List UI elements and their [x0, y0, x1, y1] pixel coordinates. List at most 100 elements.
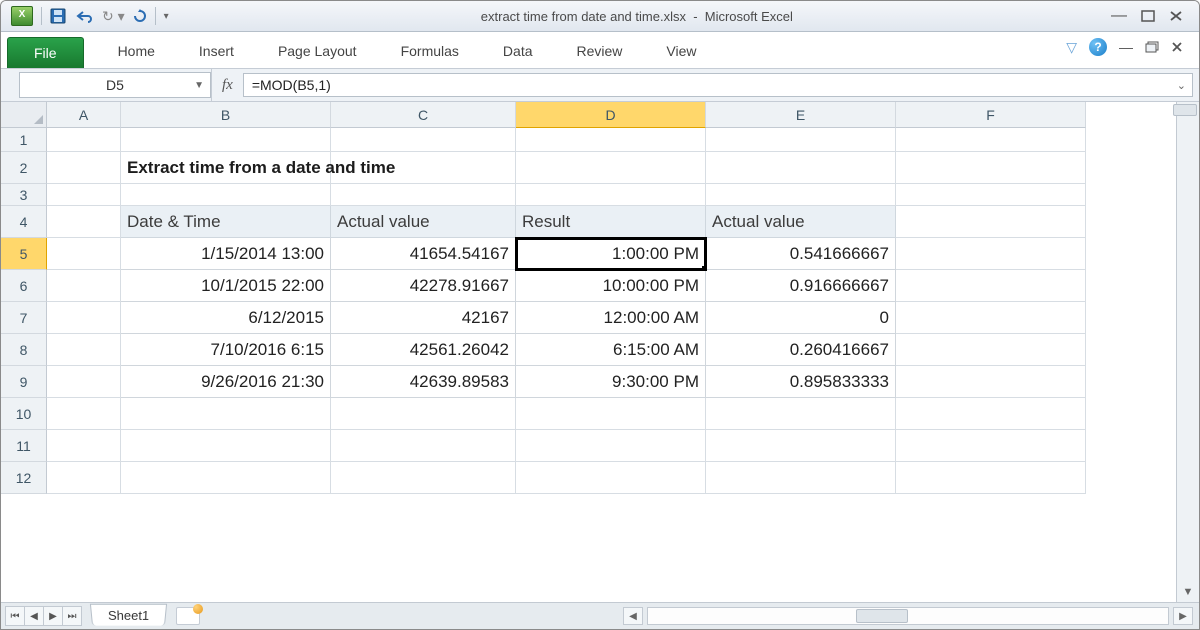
- cell[interactable]: 6/12/2015: [121, 302, 331, 334]
- row-header-8[interactable]: 8: [1, 334, 47, 366]
- tab-home[interactable]: Home: [96, 35, 177, 68]
- qat-customize-icon[interactable]: ▾: [164, 11, 169, 22]
- cell[interactable]: [896, 128, 1086, 152]
- sheet-tab[interactable]: Sheet1: [90, 604, 167, 626]
- cell[interactable]: [896, 238, 1086, 270]
- cell[interactable]: [896, 462, 1086, 494]
- workbook-close-icon[interactable]: [1171, 41, 1183, 53]
- scroll-track[interactable]: [1180, 122, 1196, 582]
- sheet-nav-first-icon[interactable]: ⏮: [5, 606, 25, 626]
- row-header-2[interactable]: 2: [1, 152, 47, 184]
- tab-insert[interactable]: Insert: [177, 35, 256, 68]
- col-header-D[interactable]: D: [516, 102, 706, 128]
- fx-icon[interactable]: fx: [222, 77, 233, 94]
- row-header-6[interactable]: 6: [1, 270, 47, 302]
- title-cell[interactable]: Extract time from a date and time: [121, 152, 331, 184]
- cell[interactable]: 9:30:00 PM: [516, 366, 706, 398]
- cell[interactable]: 0.541666667: [706, 238, 896, 270]
- split-box[interactable]: [1173, 104, 1197, 116]
- cell[interactable]: [47, 238, 121, 270]
- cell[interactable]: [47, 334, 121, 366]
- maximize-icon[interactable]: [1141, 7, 1155, 25]
- row-header-5[interactable]: 5: [1, 238, 47, 270]
- selected-cell[interactable]: 1:00:00 PM: [516, 238, 706, 270]
- new-sheet-button[interactable]: [176, 607, 200, 625]
- cell[interactable]: 1/15/2014 13:00: [121, 238, 331, 270]
- cell[interactable]: [121, 184, 331, 206]
- cell[interactable]: 10:00:00 PM: [516, 270, 706, 302]
- col-header-E[interactable]: E: [706, 102, 896, 128]
- hscroll-track[interactable]: [647, 607, 1169, 625]
- cell[interactable]: [706, 462, 896, 494]
- help-icon[interactable]: ?: [1089, 38, 1107, 56]
- table-header[interactable]: Result: [516, 206, 706, 238]
- cell[interactable]: [516, 184, 706, 206]
- cell[interactable]: [47, 430, 121, 462]
- cell[interactable]: 10/1/2015 22:00: [121, 270, 331, 302]
- cell[interactable]: [331, 430, 516, 462]
- cell[interactable]: [47, 366, 121, 398]
- cell[interactable]: [896, 430, 1086, 462]
- table-header[interactable]: Date & Time: [121, 206, 331, 238]
- cell[interactable]: [47, 270, 121, 302]
- cell[interactable]: [516, 152, 706, 184]
- cell[interactable]: [331, 184, 516, 206]
- cell[interactable]: 41654.54167: [331, 238, 516, 270]
- row-header-9[interactable]: 9: [1, 366, 47, 398]
- cell[interactable]: [896, 184, 1086, 206]
- workbook-restore-icon[interactable]: [1145, 41, 1159, 53]
- cell[interactable]: 42278.91667: [331, 270, 516, 302]
- cell[interactable]: [121, 398, 331, 430]
- row-header-12[interactable]: 12: [1, 462, 47, 494]
- cell[interactable]: [896, 270, 1086, 302]
- cell[interactable]: [47, 128, 121, 152]
- save-icon[interactable]: [50, 8, 66, 24]
- cell[interactable]: [516, 462, 706, 494]
- minimize-icon[interactable]: —: [1111, 7, 1127, 25]
- cell[interactable]: [47, 462, 121, 494]
- cell[interactable]: 0.916666667: [706, 270, 896, 302]
- cell[interactable]: 7/10/2016 6:15: [121, 334, 331, 366]
- row-header-11[interactable]: 11: [1, 430, 47, 462]
- scroll-down-icon[interactable]: ▼: [1177, 582, 1199, 602]
- vertical-scrollbar[interactable]: ▲ ▼: [1176, 102, 1199, 602]
- file-tab[interactable]: File: [7, 37, 84, 68]
- scroll-left-icon[interactable]: ◀: [623, 607, 643, 625]
- cell[interactable]: 0.895833333: [706, 366, 896, 398]
- sheet-nav-prev-icon[interactable]: ◀: [24, 606, 44, 626]
- formula-input[interactable]: =MOD(B5,1) ⌄: [243, 73, 1193, 97]
- tab-view[interactable]: View: [644, 35, 718, 68]
- cell[interactable]: [516, 398, 706, 430]
- cell[interactable]: 9/26/2016 21:30: [121, 366, 331, 398]
- cell[interactable]: [896, 398, 1086, 430]
- cell[interactable]: [47, 302, 121, 334]
- horizontal-scrollbar[interactable]: ◀ ▶: [200, 607, 1199, 625]
- cell[interactable]: [47, 398, 121, 430]
- row-header-4[interactable]: 4: [1, 206, 47, 238]
- cell[interactable]: 0.260416667: [706, 334, 896, 366]
- cell[interactable]: [121, 462, 331, 494]
- scroll-right-icon[interactable]: ▶: [1173, 607, 1193, 625]
- cell[interactable]: [331, 128, 516, 152]
- tab-data[interactable]: Data: [481, 35, 555, 68]
- workbook-minimize-icon[interactable]: —: [1119, 39, 1133, 55]
- row-header-3[interactable]: 3: [1, 184, 47, 206]
- refresh-icon[interactable]: [133, 9, 147, 23]
- undo-icon[interactable]: [74, 9, 94, 23]
- col-header-A[interactable]: A: [47, 102, 121, 128]
- row-header-10[interactable]: 10: [1, 398, 47, 430]
- sheet-nav-last-icon[interactable]: ⏭: [62, 606, 82, 626]
- cells-area[interactable]: 1 2 Extract time from a date and time: [1, 128, 1176, 602]
- cell[interactable]: [331, 462, 516, 494]
- col-header-C[interactable]: C: [331, 102, 516, 128]
- hscroll-thumb[interactable]: [856, 609, 908, 623]
- cell[interactable]: [706, 128, 896, 152]
- cell[interactable]: [516, 128, 706, 152]
- close-icon[interactable]: [1169, 7, 1183, 25]
- tab-review[interactable]: Review: [555, 35, 645, 68]
- cell[interactable]: [121, 430, 331, 462]
- cell[interactable]: [47, 184, 121, 206]
- cell[interactable]: 42561.26042: [331, 334, 516, 366]
- cell[interactable]: [706, 398, 896, 430]
- ribbon-minimize-icon[interactable]: ▽: [1066, 39, 1077, 56]
